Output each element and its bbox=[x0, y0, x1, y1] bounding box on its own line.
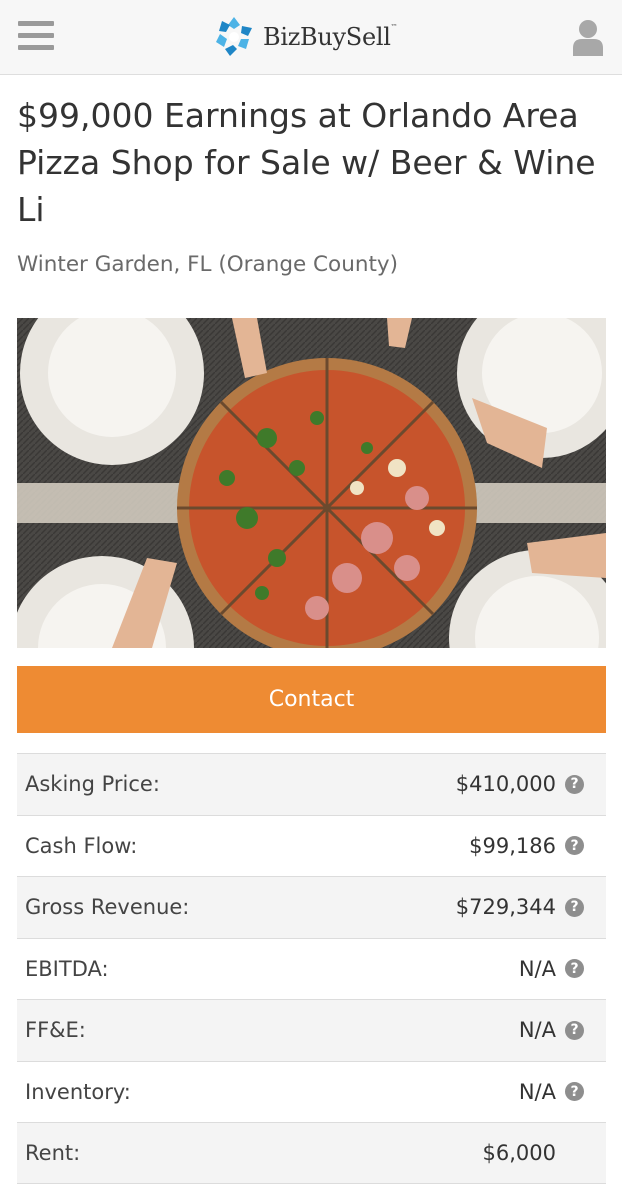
gross-revenue-value: $729,344 bbox=[455, 895, 556, 920]
help-icon[interactable]: ? bbox=[565, 897, 584, 917]
financial-row-ebitda: EBITDA: N/A? bbox=[17, 937, 606, 1000]
rent-label: Rent: bbox=[25, 1140, 81, 1165]
gross-revenue-label: Gross Revenue: bbox=[25, 895, 190, 920]
top-navigation-bar: BizBuySell™ bbox=[0, 0, 622, 75]
listing-photo bbox=[17, 318, 606, 648]
trademark-symbol: ™ bbox=[390, 23, 398, 31]
help-icon[interactable]: ? bbox=[565, 959, 584, 979]
financial-row-inventory: Inventory: N/A? bbox=[17, 1060, 606, 1123]
brand-name: BizBuySell bbox=[263, 23, 391, 51]
asking-price-value: $410,000 bbox=[455, 772, 556, 797]
financial-row-gross-revenue: Gross Revenue: $729,344? bbox=[17, 876, 606, 938]
listing-title: $99,000 Earnings at Orlando Area Pizza S… bbox=[17, 96, 596, 229]
help-icon[interactable]: ? bbox=[565, 1020, 584, 1040]
financial-row-ffe: FF&E: N/A? bbox=[17, 999, 606, 1061]
help-icon[interactable]: ? bbox=[565, 774, 584, 794]
inventory-label: Inventory: bbox=[25, 1079, 131, 1104]
help-icon[interactable]: ? bbox=[565, 836, 584, 856]
listing-location: Winter Garden, FL (Orange County) bbox=[17, 252, 398, 277]
ebitda-value: N/A bbox=[518, 956, 556, 981]
brand-logo[interactable]: BizBuySell™ bbox=[213, 16, 398, 58]
inventory-value: N/A bbox=[518, 1079, 556, 1104]
asking-price-label: Asking Price: bbox=[25, 772, 160, 797]
user-icon[interactable] bbox=[572, 18, 604, 56]
bizbuysell-logo-icon bbox=[216, 17, 252, 56]
hamburger-icon[interactable] bbox=[18, 21, 54, 51]
ebitda-label: EBITDA: bbox=[25, 956, 109, 981]
rent-value: $6,000 bbox=[482, 1140, 556, 1165]
financial-row-cash-flow: Cash Flow: $99,186? bbox=[17, 814, 606, 877]
financials-table: Asking Price: $410,000? Cash Flow: $99,1… bbox=[17, 753, 606, 1184]
help-icon[interactable]: ? bbox=[565, 1082, 584, 1102]
cash-flow-value: $99,186 bbox=[469, 833, 556, 858]
financial-row-asking-price: Asking Price: $410,000? bbox=[17, 753, 606, 815]
financial-row-rent: Rent: $6,000 bbox=[17, 1122, 606, 1184]
ffe-value: N/A bbox=[518, 1018, 556, 1043]
contact-button[interactable]: Contact bbox=[17, 666, 606, 733]
cash-flow-label: Cash Flow: bbox=[25, 833, 138, 858]
ffe-label: FF&E: bbox=[25, 1018, 86, 1043]
